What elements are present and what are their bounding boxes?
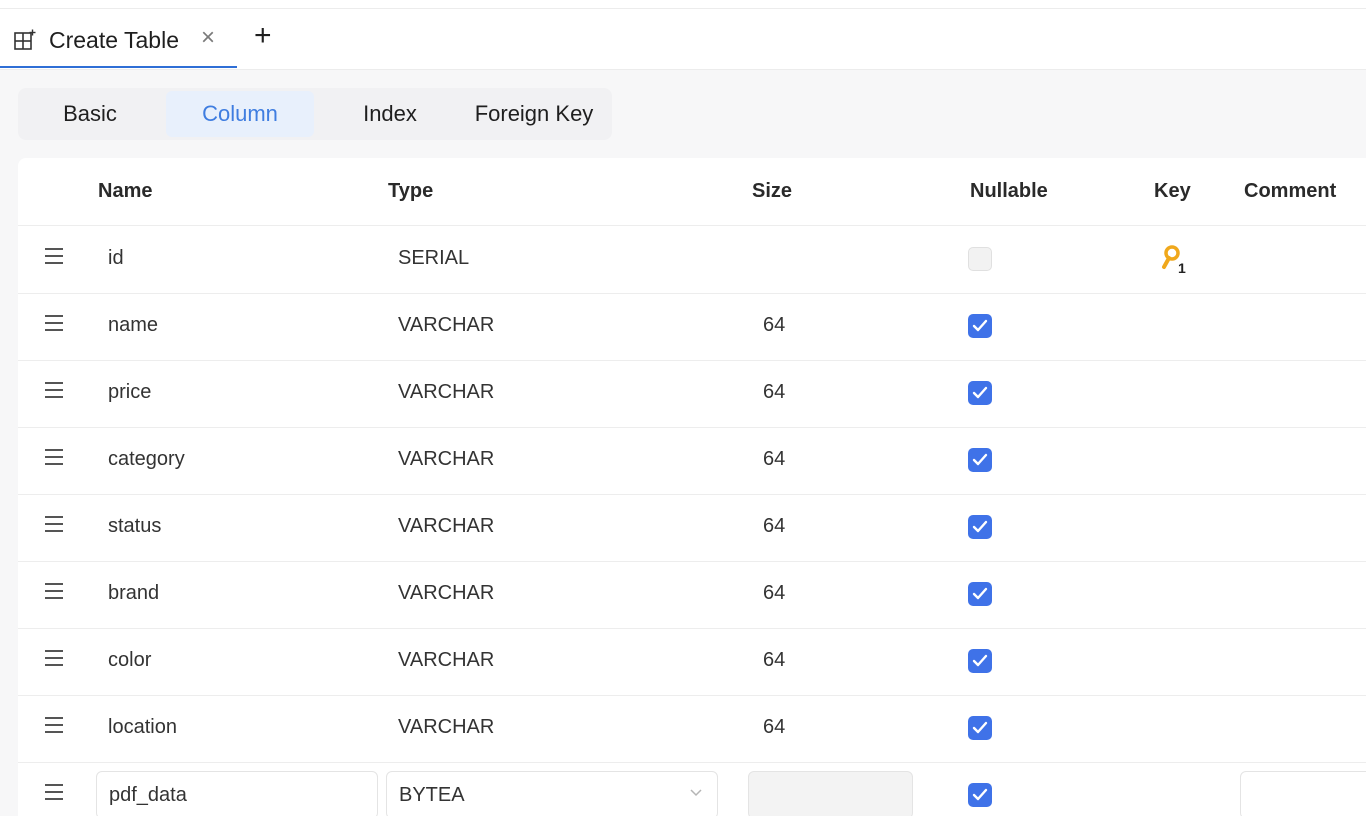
column-name[interactable]: brand: [108, 582, 159, 605]
check-icon: [972, 520, 988, 533]
tab-basic[interactable]: Basic: [44, 91, 136, 137]
nullable-checkbox[interactable]: [968, 783, 992, 807]
table-add-icon: [14, 29, 36, 50]
drag-handle-icon[interactable]: [45, 717, 63, 733]
table-row[interactable]: price VARCHAR 64: [18, 360, 1366, 428]
nullable-checkbox[interactable]: [968, 649, 992, 673]
table-row[interactable]: category VARCHAR 64: [18, 427, 1366, 495]
nullable-checkbox[interactable]: [968, 515, 992, 539]
drag-handle-icon[interactable]: [45, 449, 63, 465]
column-type[interactable]: VARCHAR: [398, 582, 494, 605]
column-type[interactable]: VARCHAR: [398, 649, 494, 672]
column-type-value: BYTEA: [399, 784, 465, 806]
chevron-down-icon: [690, 789, 702, 797]
column-name[interactable]: status: [108, 515, 161, 538]
column-type[interactable]: VARCHAR: [398, 515, 494, 538]
drag-handle-icon[interactable]: [45, 583, 63, 599]
column-name-value: pdf_data: [109, 784, 187, 806]
window-top-strip: [0, 0, 1366, 9]
nullable-checkbox[interactable]: [968, 314, 992, 338]
check-icon: [972, 386, 988, 399]
header-type: Type: [388, 180, 434, 202]
primary-key-icon[interactable]: 1: [1161, 244, 1191, 276]
table-row[interactable]: color VARCHAR 64: [18, 628, 1366, 696]
column-type[interactable]: VARCHAR: [398, 381, 494, 404]
close-icon[interactable]: ×: [201, 26, 215, 50]
column-size[interactable]: 64: [763, 448, 785, 471]
columns-table: Name Type Size Nullable Key Comment id S…: [18, 158, 1366, 816]
tab-index[interactable]: Index: [344, 91, 436, 137]
check-icon: [972, 319, 988, 332]
table-row[interactable]: brand VARCHAR 64: [18, 561, 1366, 629]
column-size[interactable]: 64: [763, 515, 785, 538]
column-size[interactable]: 64: [763, 381, 785, 404]
column-name-input[interactable]: pdf_data: [96, 771, 378, 816]
header-size: Size: [752, 180, 793, 202]
column-size-input[interactable]: [748, 771, 913, 816]
drag-handle-icon[interactable]: [45, 315, 63, 331]
column-size[interactable]: 64: [763, 582, 785, 605]
drag-handle-icon[interactable]: [45, 650, 63, 666]
check-icon: [972, 453, 988, 466]
column-type[interactable]: SERIAL: [398, 247, 469, 270]
header-name: Name: [98, 180, 153, 202]
header-comment: Comment: [1244, 180, 1337, 202]
nullable-checkbox[interactable]: [968, 448, 992, 472]
table-row-editing[interactable]: pdf_data BYTEA: [18, 762, 1366, 816]
table-row[interactable]: name VARCHAR 64: [18, 293, 1366, 361]
column-size[interactable]: 64: [763, 716, 785, 739]
drag-handle-icon[interactable]: [45, 784, 63, 800]
create-table-panel: Basic Column Index Foreign Key Name Type…: [0, 70, 1366, 816]
tab-title: Create Table: [49, 27, 179, 53]
check-icon: [972, 788, 988, 801]
header-key: Key: [1154, 180, 1191, 202]
nullable-checkbox[interactable]: [968, 381, 992, 405]
drag-handle-icon[interactable]: [45, 382, 63, 398]
column-type[interactable]: VARCHAR: [398, 314, 494, 337]
nullable-checkbox[interactable]: [968, 582, 992, 606]
add-tab-button[interactable]: +: [254, 21, 272, 51]
check-icon: [972, 587, 988, 600]
editor-tab-bar: Create Table × +: [0, 9, 1366, 70]
column-size[interactable]: 64: [763, 314, 785, 337]
nullable-checkbox[interactable]: [968, 247, 992, 271]
column-comment-input[interactable]: [1240, 771, 1366, 816]
column-name[interactable]: price: [108, 381, 151, 404]
table-row[interactable]: status VARCHAR 64: [18, 494, 1366, 562]
section-tabs: Basic Column Index Foreign Key: [18, 88, 612, 140]
table-header: Name Type Size Nullable Key Comment: [18, 158, 1366, 226]
tab-create-table[interactable]: Create Table ×: [0, 9, 237, 68]
column-type-select[interactable]: BYTEA: [386, 771, 718, 816]
column-name[interactable]: id: [108, 247, 124, 270]
table-row[interactable]: location VARCHAR 64: [18, 695, 1366, 763]
drag-handle-icon[interactable]: [45, 516, 63, 532]
nullable-checkbox[interactable]: [968, 716, 992, 740]
column-type[interactable]: VARCHAR: [398, 716, 494, 739]
check-icon: [972, 654, 988, 667]
column-name[interactable]: location: [108, 716, 177, 739]
column-name[interactable]: category: [108, 448, 185, 471]
column-name[interactable]: name: [108, 314, 158, 337]
check-icon: [972, 721, 988, 734]
column-size[interactable]: 64: [763, 649, 785, 672]
drag-handle-icon[interactable]: [45, 248, 63, 264]
header-nullable: Nullable: [970, 180, 1048, 202]
column-type[interactable]: VARCHAR: [398, 448, 494, 471]
column-name[interactable]: color: [108, 649, 151, 672]
tab-column[interactable]: Column: [166, 91, 314, 137]
key-order-label: 1: [1178, 260, 1186, 276]
table-row[interactable]: id SERIAL 1: [18, 226, 1366, 294]
tab-foreign-key[interactable]: Foreign Key: [464, 91, 604, 137]
